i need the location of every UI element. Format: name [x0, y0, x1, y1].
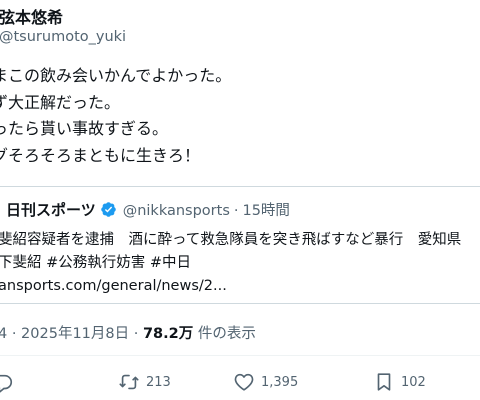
bookmark-button[interactable]: 102 [373, 368, 426, 396]
bookmark-count: 102 [401, 374, 426, 390]
like-button[interactable]: 1,395 [233, 368, 298, 396]
retweet-icon [119, 374, 139, 390]
like-count: 1,395 [261, 374, 299, 390]
reply-icon[interactable] [0, 372, 14, 394]
divider [0, 355, 480, 356]
heart-icon [234, 373, 254, 391]
post-line: まこの飲み会いかんでよかった。 [0, 66, 232, 85]
verified-badge-icon [100, 201, 116, 217]
retweet-button[interactable]: 213 [118, 368, 171, 396]
view-count-suffix: 件の表示 [193, 326, 256, 342]
quoted-post-time[interactable]: 15時間 [242, 203, 289, 219]
view-count: 78.2万 [142, 326, 194, 342]
quoted-author-handle[interactable]: @nikkansports [123, 203, 230, 219]
quoted-line: 斐紹容疑者を逮捕 酒に酔って救急隊員を突き飛ばすなど暴行 愛知県 [0, 232, 462, 248]
quoted-line: 下斐紹 #公務執行妨害 #中日 [0, 255, 192, 271]
quoted-author-name[interactable]: 日刊スポーツ [6, 199, 96, 220]
post-meta: 4 · 2025年11月8日 · 78.2万 件の表示 [0, 322, 256, 343]
quoted-post-header: 日刊スポーツ @nikkansports · 15時間 [6, 197, 290, 221]
post-line: ったら貰い事故すぎる。 [0, 119, 169, 138]
retweet-count: 213 [146, 374, 171, 390]
post-line: ず大正解だった。 [0, 92, 121, 112]
author-name[interactable]: 弦本悠希 [0, 4, 63, 28]
post-text: まこの飲み会いかんでよかった。 ず大正解だった。 ったら貰い事故すぎる。 グそろ… [0, 63, 231, 169]
author-handle[interactable]: @tsurumoto_yuki [0, 29, 126, 45]
quoted-link[interactable]: ansports.com/general/news/2... [0, 275, 461, 298]
post-timestamp[interactable]: 4 · 2025年11月8日 · [0, 326, 143, 342]
post-line: グそろそろまともに生きろ！ [0, 145, 201, 165]
quoted-post-text: 斐紹容疑者を逮捕 酒に酔って救急隊員を突き飛ばすなど暴行 愛知県 下斐紹 #公務… [0, 229, 461, 298]
bookmark-icon [377, 373, 391, 391]
meta-separator: · [233, 202, 239, 219]
